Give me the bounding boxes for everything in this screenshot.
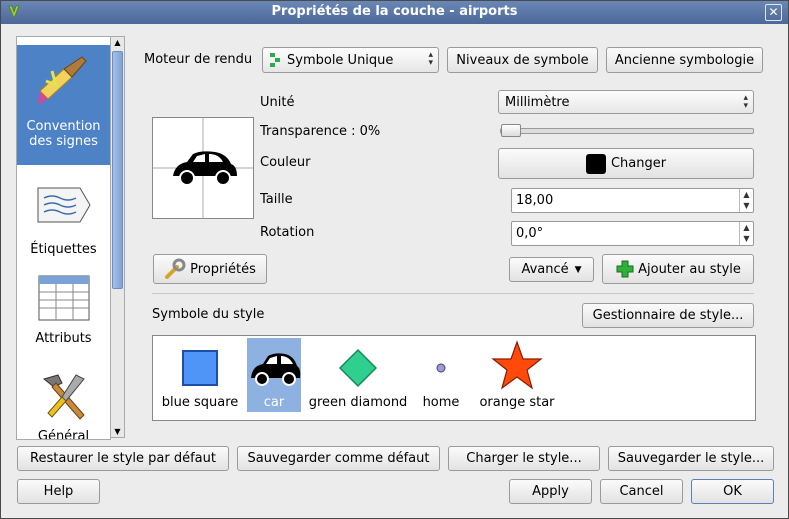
- unit-value: Millimètre: [505, 94, 570, 110]
- help-button[interactable]: Help: [17, 479, 100, 504]
- restore-default-style-button[interactable]: Restaurer le style par défaut: [17, 446, 229, 471]
- renderer-label: Moteur de rendu: [144, 52, 253, 67]
- label-tag-icon: [37, 187, 91, 223]
- renderer-select[interactable]: Symbole Unique ▴ ▾: [262, 47, 439, 73]
- sidebar-item-symbology[interactable]: Convention des signes: [17, 45, 110, 165]
- chevron-updown-icon: ▴ ▾: [428, 50, 433, 68]
- close-button[interactable]: ✕: [765, 4, 782, 21]
- table-icon: [38, 275, 89, 321]
- list-item-blue-square[interactable]: blue square: [157, 338, 243, 412]
- rotation-value: 0,0°: [516, 226, 544, 241]
- advanced-button[interactable]: Avancé ▼: [509, 257, 594, 282]
- unit-select[interactable]: Millimètre ▴ ▾: [498, 90, 754, 114]
- change-color-label: Changer: [610, 156, 667, 171]
- unit-label: Unité: [260, 95, 295, 110]
- symbol-preview: [152, 117, 254, 219]
- color-swatch: [585, 153, 606, 174]
- orange-star-icon: [491, 340, 543, 390]
- add-to-style-button[interactable]: Ajouter au style: [602, 254, 754, 284]
- chevron-down-icon: ▼: [574, 264, 582, 275]
- home-icon: [436, 363, 446, 373]
- ok-button[interactable]: OK: [691, 479, 774, 504]
- transparency-label: Transparence : 0%: [260, 124, 381, 139]
- green-plus-icon: [616, 260, 634, 278]
- list-item-car[interactable]: car: [247, 338, 301, 412]
- load-style-button[interactable]: Charger le style...: [448, 446, 600, 471]
- sidebar-scrollbar[interactable]: ▲ ▼: [110, 36, 125, 438]
- sidebar: Convention des signes Étiquettes Attribu…: [16, 36, 111, 440]
- cancel-button[interactable]: Cancel: [600, 479, 683, 504]
- symbol-name: car: [263, 395, 285, 410]
- symbol-name: blue square: [161, 395, 239, 410]
- single-symbol-icon: [270, 53, 280, 67]
- blue-square-icon: [182, 350, 218, 386]
- list-item-home[interactable]: home: [417, 338, 465, 412]
- apply-button[interactable]: Apply: [509, 479, 592, 504]
- title-bar[interactable]: Propriétés de la couche - airports ✕: [1, 1, 788, 24]
- sidebar-item-label: des signes: [29, 134, 98, 149]
- style-symbol-label: Symbole du style: [152, 307, 265, 322]
- sidebar-item-label: Général: [37, 429, 90, 440]
- scroll-up-icon[interactable]: ▲: [111, 38, 124, 47]
- change-color-button[interactable]: Changer: [498, 148, 754, 179]
- green-diamond-icon: [338, 348, 378, 388]
- window-title: Propriétés de la couche - airports: [271, 4, 518, 19]
- brush-icon: [37, 56, 87, 105]
- transparency-slider-handle[interactable]: [501, 124, 521, 137]
- transparency-slider-track[interactable]: [500, 128, 754, 134]
- properties-label: Propriétés: [190, 261, 256, 277]
- sidebar-item-label: Convention: [26, 119, 101, 134]
- scrollbar-thumb[interactable]: [112, 51, 123, 289]
- spin-arrows-icon[interactable]: ▲ ▼: [739, 222, 753, 245]
- size-spinbox[interactable]: 18,00 ▲ ▼: [511, 188, 754, 213]
- chevron-updown-icon: ▴ ▾: [743, 93, 748, 111]
- old-symbology-button[interactable]: Ancienne symbologie: [606, 47, 763, 73]
- renderer-value: Symbole Unique: [287, 52, 394, 68]
- sidebar-item-general[interactable]: Général: [17, 369, 110, 440]
- properties-button[interactable]: Propriétés: [153, 254, 267, 284]
- save-as-default-button[interactable]: Sauvegarder comme défaut: [237, 446, 440, 471]
- car-symbol-preview: [153, 118, 253, 218]
- size-value: 18,00: [516, 193, 554, 208]
- style-manager-button[interactable]: Gestionnaire de style...: [582, 303, 754, 328]
- car-icon: [251, 353, 301, 386]
- sidebar-item-labels[interactable]: Étiquettes: [17, 182, 110, 262]
- save-style-button[interactable]: Sauvegarder le style...: [608, 446, 774, 471]
- wrench-icon: [165, 258, 186, 279]
- scroll-down-icon[interactable]: ▼: [111, 427, 124, 436]
- list-item-green-diamond[interactable]: green diamond: [305, 338, 411, 412]
- symbol-levels-button[interactable]: Niveaux de symbole: [447, 47, 598, 73]
- list-item-orange-star[interactable]: orange star: [473, 338, 561, 412]
- advanced-label: Avancé: [521, 262, 569, 277]
- style-symbol-list: blue square car green diamond home orang…: [152, 335, 756, 421]
- tools-icon: [42, 374, 85, 420]
- divider: [152, 293, 754, 294]
- layer-properties-dialog: Propriétés de la couche - airports ✕ Con…: [0, 0, 789, 519]
- spin-arrows-icon[interactable]: ▲ ▼: [739, 189, 753, 212]
- symbol-name: orange star: [479, 395, 555, 410]
- sidebar-item-label: Étiquettes: [30, 242, 97, 257]
- rotation-label: Rotation: [260, 225, 315, 240]
- symbol-name: home: [422, 395, 460, 410]
- sidebar-item-attributes[interactable]: Attributs: [17, 273, 110, 353]
- symbol-name: green diamond: [308, 395, 408, 410]
- color-label: Couleur: [260, 155, 311, 170]
- sidebar-item-label: Attributs: [35, 331, 92, 346]
- add-to-style-label: Ajouter au style: [638, 261, 741, 277]
- size-label: Taille: [260, 192, 293, 207]
- rotation-spinbox[interactable]: 0,0° ▲ ▼: [511, 221, 754, 246]
